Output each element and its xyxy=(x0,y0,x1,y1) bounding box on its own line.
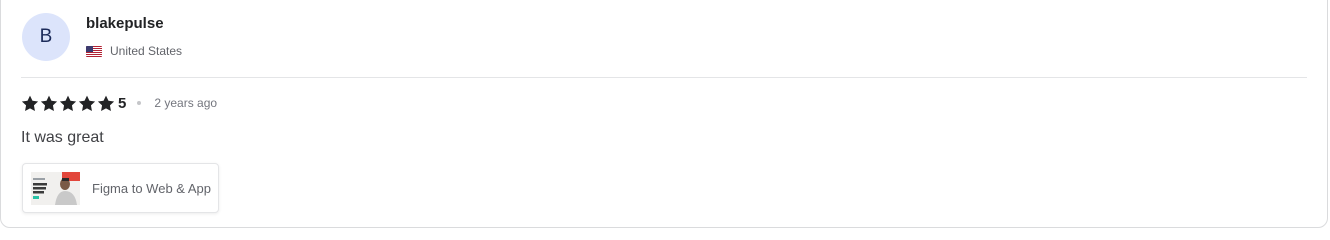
divider xyxy=(21,77,1307,78)
separator-dot xyxy=(137,101,142,105)
review-time: 2 years ago xyxy=(154,96,218,110)
review-text: It was great xyxy=(21,129,104,146)
star-icon xyxy=(78,95,96,111)
gig-thumbnail xyxy=(31,171,80,205)
star-icon xyxy=(21,95,39,111)
star-icon xyxy=(59,95,77,111)
reviewer-username[interactable]: blakepulse xyxy=(86,15,164,32)
star-rating xyxy=(21,95,115,112)
reviewer-country: United States xyxy=(86,44,182,58)
us-flag-icon xyxy=(86,45,102,57)
star-icon xyxy=(97,95,115,111)
country-name: United States xyxy=(110,44,183,58)
avatar[interactable]: B xyxy=(22,13,70,61)
gig-title: Figma to Web & App xyxy=(92,180,211,196)
review-card: B blakepulse United States 5 2 years ago… xyxy=(0,0,1328,228)
star-icon xyxy=(40,95,58,111)
avatar-initial: B xyxy=(39,26,53,47)
rating-row: 5 2 years ago xyxy=(21,94,217,112)
gig-link[interactable]: Figma to Web & App xyxy=(22,163,219,213)
rating-value: 5 xyxy=(118,94,127,112)
